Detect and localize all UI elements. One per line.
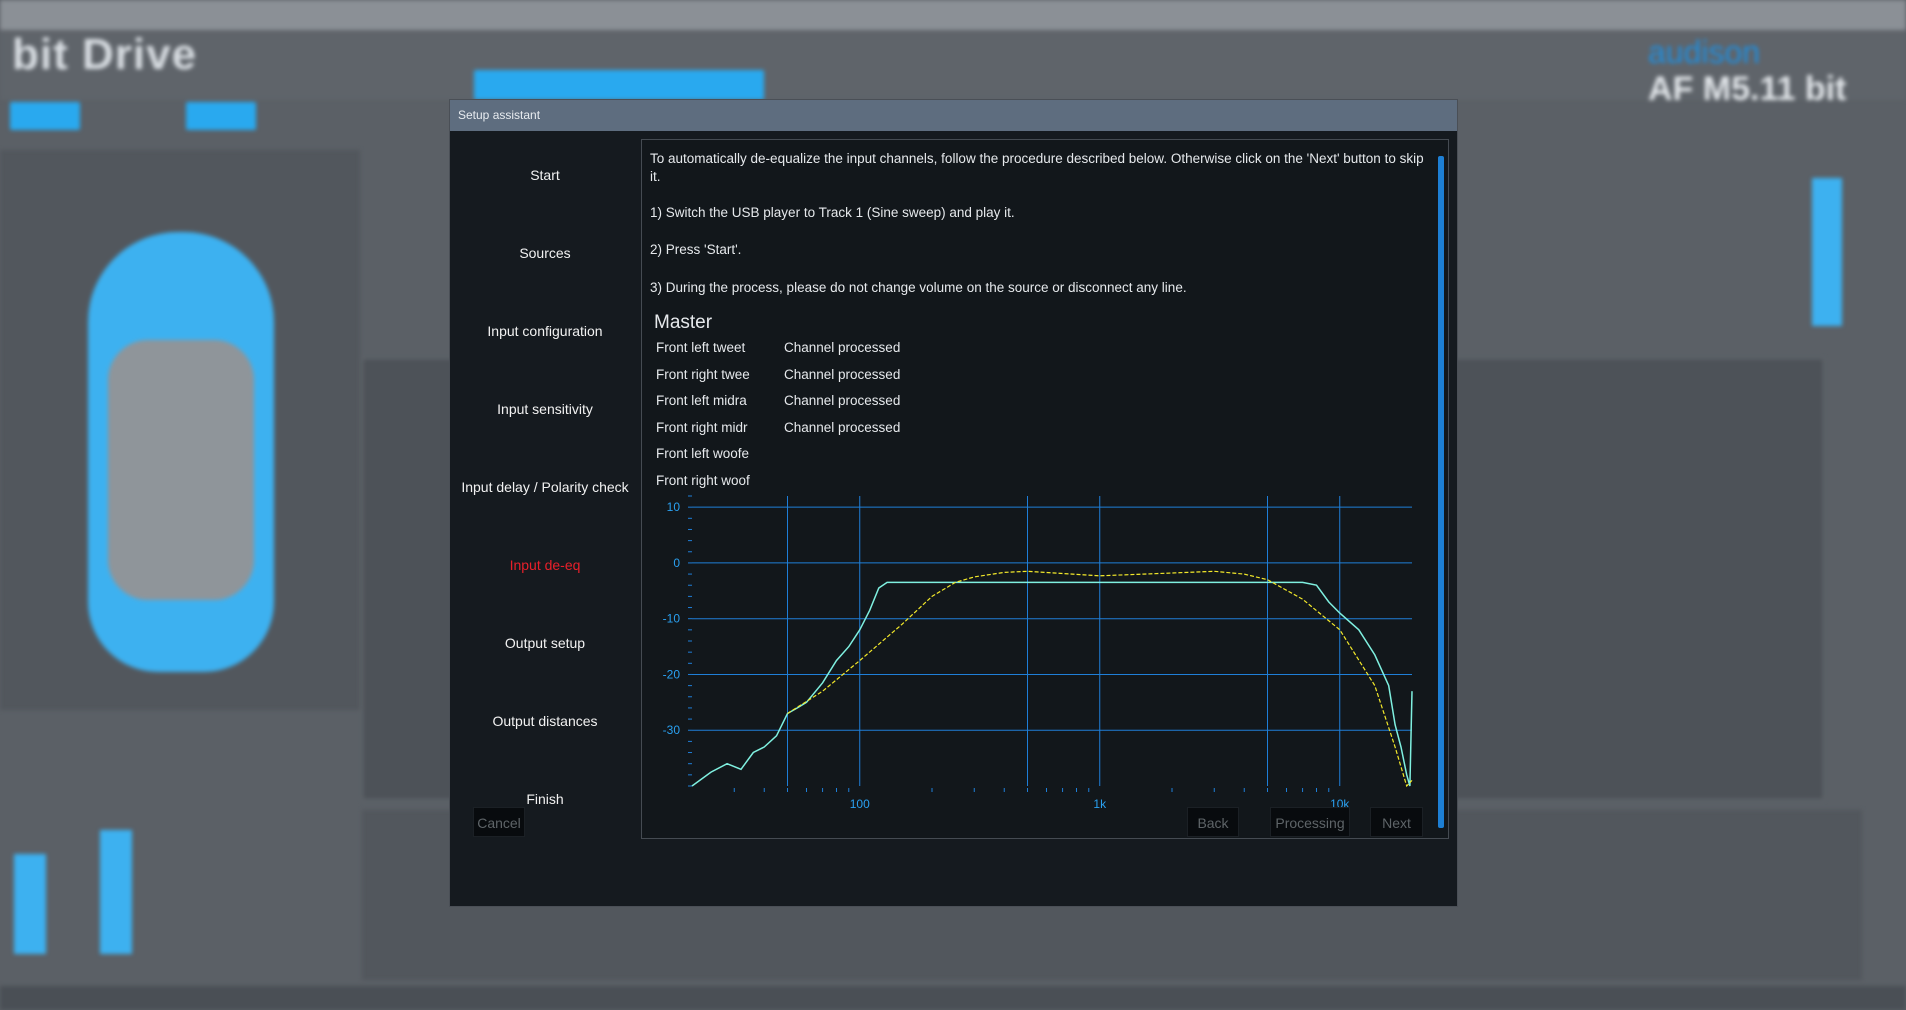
channel-name: Front left midra [656, 393, 747, 409]
bg-output-slider [1812, 178, 1842, 326]
brand-logo: audison [1648, 34, 1761, 70]
channel-status: Channel processed [784, 366, 901, 382]
bg-sub-slider [100, 830, 132, 954]
next-button[interactable]: Next [1370, 807, 1423, 837]
step-input-delay-polarity-check: Input delay / Polarity check [461, 479, 629, 495]
bg-mode-button [186, 102, 256, 130]
window-titlebar [0, 0, 1906, 30]
y-tick-label: 10 [667, 500, 681, 514]
step-start: Start [530, 167, 560, 183]
step-output-distances: Output distances [492, 713, 598, 729]
channel-name: Front right midr [656, 419, 748, 435]
x-tick-label: 100 [850, 797, 870, 811]
y-tick-label: -10 [663, 612, 681, 626]
channel-name: Front left tweet [656, 340, 746, 355]
processing-button[interactable]: Processing [1270, 807, 1350, 837]
main-toolbar [0, 30, 1906, 100]
device-model: AF M5.11 bit [1648, 70, 1847, 108]
bg-source-button [10, 102, 80, 130]
y-tick-label: -30 [663, 723, 681, 737]
dialog-title: Setup assistant [450, 100, 1457, 131]
channel-name: Front right twee [656, 366, 750, 382]
measured-curve [691, 581, 1413, 787]
content-panel: To automatically de-equalize the input c… [641, 139, 1449, 839]
instruction-step-2: 2) Press 'Start'. [650, 242, 742, 257]
instruction-step-1: 1) Switch the USB player to Track 1 (Sin… [650, 205, 1015, 220]
step-input-sensitivity: Input sensitivity [497, 401, 593, 417]
steps-sidebar: Start Sources Input configuration Input sen… [450, 131, 640, 831]
cancel-button[interactable]: Cancel [473, 807, 525, 837]
instruction-step-3: 3) During the process, please do not cha… [650, 280, 1187, 295]
bg-car-cabin [108, 340, 254, 600]
step-input-de-eq: Input de-eq [509, 557, 581, 573]
master-title: Master [654, 312, 713, 333]
bg-notification [474, 70, 764, 100]
app-logo: bit Drive [12, 30, 198, 79]
content-scrollbar[interactable] [1438, 156, 1444, 828]
y-tick-label: -20 [663, 667, 681, 681]
frequency-response-chart: 100-10-20-30100 1k 10k [663, 495, 1413, 811]
step-finish: Finish [526, 791, 564, 807]
channel-status: Channel processed [784, 393, 901, 409]
x-tick-label: 1k [1093, 797, 1107, 811]
statusbar [0, 986, 1906, 1010]
bg-volume-slider [14, 854, 46, 954]
intro-text: To automatically de-equalize the input c… [650, 151, 1424, 184]
step-sources: Sources [519, 245, 571, 261]
channel-status: Channel processed [784, 340, 901, 355]
y-tick-label: 0 [673, 556, 680, 570]
channel-name: Front left woofe [656, 446, 750, 462]
back-button[interactable]: Back [1187, 807, 1239, 837]
channel-status: Channel processed [784, 419, 901, 435]
step-output-setup: Output setup [504, 635, 586, 651]
setup-assistant-dialog: Setup assistant Start Sources Input config… [449, 99, 1458, 907]
step-input-configuration: Input configuration [487, 323, 603, 339]
